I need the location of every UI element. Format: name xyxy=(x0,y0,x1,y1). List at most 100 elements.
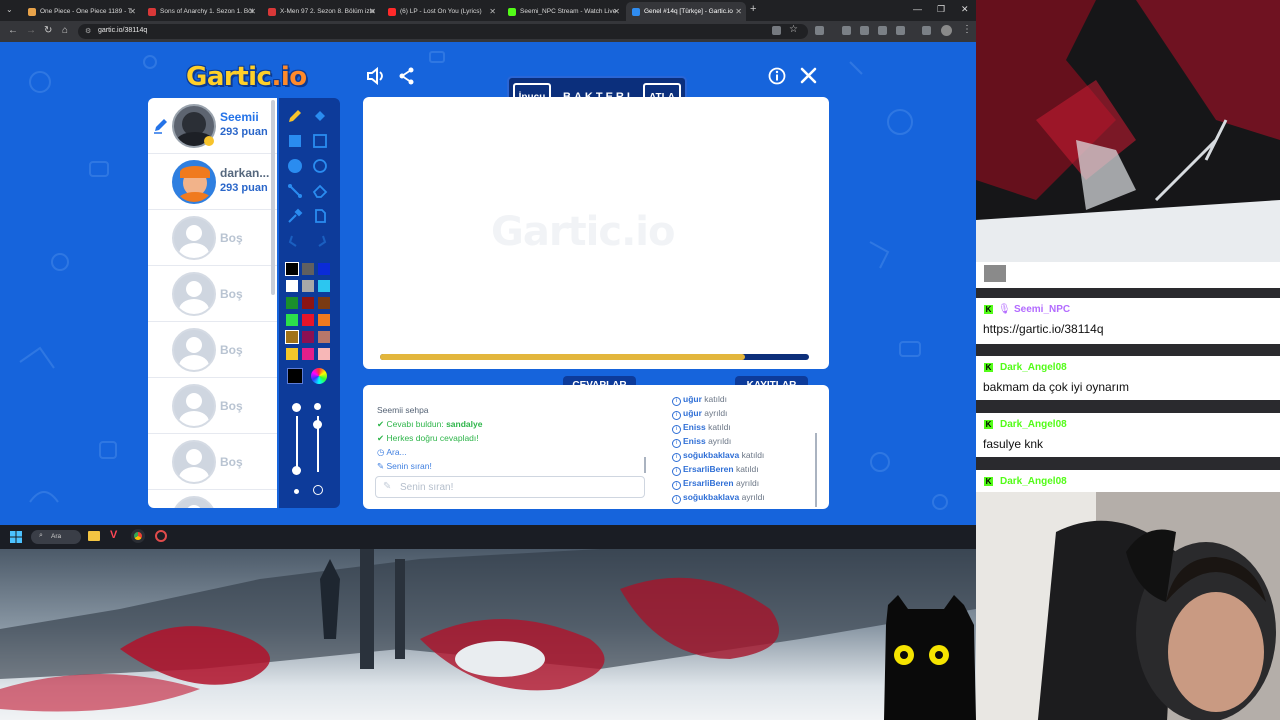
color-swatch[interactable] xyxy=(302,331,314,343)
back-icon[interactable]: ← xyxy=(8,25,18,36)
color-swatch[interactable] xyxy=(286,297,298,309)
answer-input[interactable]: ✎ Senin sıran! xyxy=(375,476,645,498)
forward-icon[interactable]: → xyxy=(26,25,36,36)
home-icon[interactable]: ⌂ xyxy=(62,25,68,36)
fill-bucket-icon[interactable] xyxy=(310,106,330,126)
answers-scrollbar[interactable] xyxy=(644,457,646,473)
color-swatch[interactable] xyxy=(302,263,314,275)
translate-icon[interactable] xyxy=(878,26,887,35)
color-swatch[interactable] xyxy=(302,297,314,309)
share-icon[interactable] xyxy=(398,67,416,85)
color-swatch[interactable] xyxy=(302,314,314,326)
color-swatch[interactable] xyxy=(286,280,298,292)
gartic-logo[interactable]: Gartic.io xyxy=(186,62,307,92)
close-tab-icon[interactable]: ✕ xyxy=(613,7,620,16)
address-bar[interactable]: ⚙ gartic.io/38114q xyxy=(78,24,808,39)
color-swatch[interactable] xyxy=(318,331,330,343)
reload-icon[interactable]: ↻ xyxy=(44,25,52,36)
close-tab-icon[interactable]: ✕ xyxy=(129,7,136,16)
color-swatch[interactable] xyxy=(318,348,330,360)
chrome-icon[interactable] xyxy=(131,529,145,543)
logs-scrollbar[interactable] xyxy=(815,433,817,507)
color-swatch[interactable] xyxy=(285,330,299,344)
eraser-icon[interactable] xyxy=(310,181,330,201)
filled-circle-icon[interactable] xyxy=(285,156,305,176)
tab-label: Seemi_NPC Stream - Watch Live xyxy=(520,8,617,15)
extension-icon[interactable] xyxy=(815,26,824,35)
cast-icon[interactable] xyxy=(772,26,781,35)
opacity-knob[interactable] xyxy=(313,420,322,429)
player-list-scrollbar[interactable] xyxy=(271,100,275,295)
tab-one-piece[interactable]: One Piece - One Piece 1189 - T ✕ xyxy=(22,2,140,21)
filled-rectangle-icon[interactable] xyxy=(285,131,305,151)
close-tab-icon[interactable]: ✕ xyxy=(369,7,376,16)
history-icon[interactable] xyxy=(842,26,851,35)
new-tab-icon[interactable]: + xyxy=(750,3,756,15)
chat-text[interactable]: https://gartic.io/38114q xyxy=(983,322,1104,336)
answer-placeholder: Senin sıran! xyxy=(400,482,454,493)
chat-username[interactable]: Dark_Angel08 xyxy=(1000,362,1067,373)
minimize-icon[interactable]: — xyxy=(913,4,922,14)
chat-username[interactable]: Seemi_NPC xyxy=(1014,304,1070,315)
tab-favicon-icon xyxy=(508,7,516,16)
color-swatch[interactable] xyxy=(318,314,330,326)
answers-panel: Seemii sehpa ✔ Cevabı buldun: sandalye ✔… xyxy=(363,385,658,509)
empty-slot: Boş xyxy=(148,210,277,266)
tab-gartic[interactable]: Genel #14q [Türkçe] - Gartic.io ✕ xyxy=(626,2,746,21)
color-swatch[interactable] xyxy=(302,348,314,360)
color-swatch[interactable] xyxy=(302,280,314,292)
rectangle-outline-icon[interactable] xyxy=(310,131,330,151)
close-tab-icon[interactable]: ✕ xyxy=(489,7,496,16)
drawing-canvas[interactable]: Gartic.io xyxy=(363,97,829,369)
stream-chat: K 🎙 Seemi_NPC https://gartic.io/38114q K… xyxy=(976,262,1280,492)
color-swatch[interactable] xyxy=(286,348,298,360)
tab-favicon-icon xyxy=(632,7,640,16)
close-icon[interactable] xyxy=(800,67,817,84)
app-icon[interactable] xyxy=(155,530,167,542)
sound-icon[interactable] xyxy=(366,67,386,85)
pixel-cat-icon xyxy=(884,595,976,720)
brush-size-slider[interactable] xyxy=(296,416,298,472)
tab-label: X-Men 97 2. Sezon 8. Bölüm izle xyxy=(280,8,375,15)
brush-size-knob[interactable] xyxy=(292,466,301,475)
site-info-icon[interactable]: ⚙ xyxy=(85,27,91,35)
maximize-icon[interactable]: ❐ xyxy=(937,4,945,15)
chat-username[interactable]: Dark_Angel08 xyxy=(1000,476,1067,487)
kick-badge-icon: K xyxy=(984,477,993,486)
extension-icon[interactable] xyxy=(896,26,905,35)
redo-icon[interactable] xyxy=(310,231,330,251)
profile-avatar[interactable] xyxy=(941,25,952,36)
taskbar-search[interactable]: ⌕ Ara xyxy=(31,530,81,544)
line-tool-icon[interactable] xyxy=(285,181,305,201)
player-row[interactable]: darkan... 293 puan xyxy=(148,154,277,210)
clear-page-icon[interactable] xyxy=(310,206,330,226)
color-swatch[interactable] xyxy=(285,262,299,276)
valorant-icon[interactable]: V xyxy=(110,529,117,541)
tab-lost-on-you[interactable]: (6) LP - Lost On You (Lyrics) ✕ xyxy=(382,2,500,21)
tab-list-icon[interactable]: ⌄ xyxy=(6,5,13,14)
eyedropper-icon[interactable] xyxy=(285,206,305,226)
tab-x-men[interactable]: X-Men 97 2. Sezon 8. Bölüm izle ✕ xyxy=(262,2,380,21)
tab-seemi-stream[interactable]: Seemi_NPC Stream - Watch Live ✕ xyxy=(502,2,624,21)
menu-dots-icon[interactable]: ⋮ xyxy=(962,24,972,35)
color-swatch[interactable] xyxy=(286,314,298,326)
color-swatch[interactable] xyxy=(318,297,330,309)
circle-outline-icon[interactable] xyxy=(310,156,330,176)
bookmark-star-icon[interactable]: ☆ xyxy=(789,24,798,35)
pencil-tool-icon[interactable] xyxy=(285,106,305,126)
close-tab-icon[interactable]: ✕ xyxy=(735,7,742,16)
windows-start-icon[interactable] xyxy=(10,531,22,543)
download-icon[interactable] xyxy=(860,26,869,35)
info-icon[interactable] xyxy=(768,67,786,85)
tab-sons-of-anarchy[interactable]: Sons of Anarchy 1. Sezon 1. Böl ✕ xyxy=(142,2,260,21)
close-tab-icon[interactable]: ✕ xyxy=(249,7,256,16)
undo-icon[interactable] xyxy=(285,231,305,251)
color-wheel-icon[interactable] xyxy=(311,368,327,384)
media-icon[interactable] xyxy=(922,26,931,35)
chat-username[interactable]: Dark_Angel08 xyxy=(1000,419,1067,430)
color-swatch[interactable] xyxy=(318,263,330,275)
file-explorer-icon[interactable] xyxy=(88,531,100,541)
kick-badge-icon: K xyxy=(984,420,993,429)
color-swatch[interactable] xyxy=(318,280,330,292)
close-window-icon[interactable]: ✕ xyxy=(961,4,969,15)
